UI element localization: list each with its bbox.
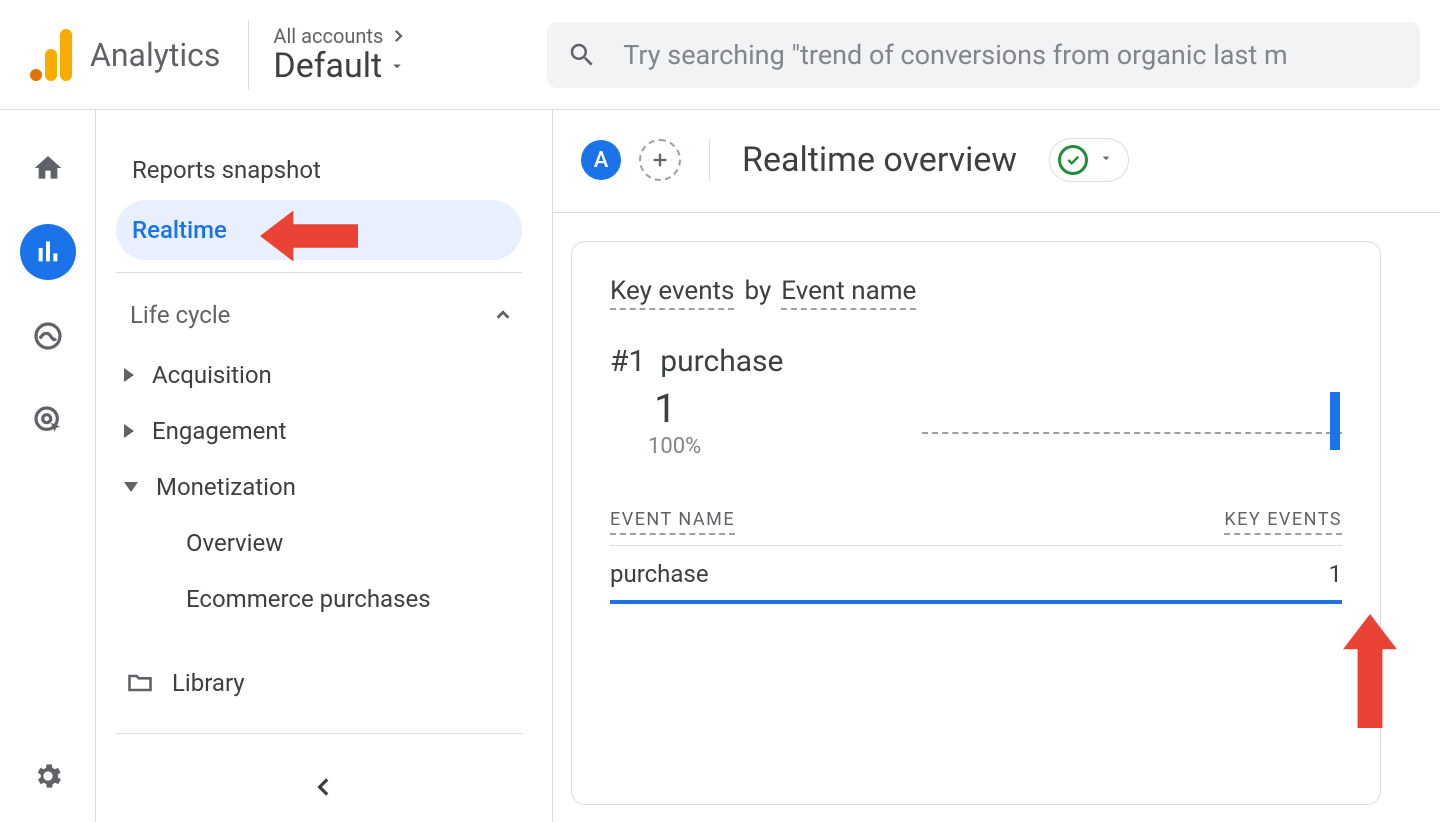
all-accounts-label: All accounts — [273, 24, 383, 48]
icon-rail — [0, 110, 96, 822]
explore-icon — [32, 320, 64, 352]
annotation-arrow-up — [1338, 614, 1402, 732]
metric-name: Key events — [610, 276, 734, 310]
col-event-name: EVENT NAME — [610, 509, 735, 535]
col-key-events: KEY EVENTS — [1224, 509, 1342, 535]
sparkline-baseline — [922, 432, 1342, 434]
search-icon — [567, 40, 597, 70]
collapse-icon — [124, 482, 138, 492]
nav-explore[interactable] — [20, 308, 76, 364]
table-row[interactable]: purchase 1 — [610, 546, 1342, 604]
dimension-name: Event name — [781, 276, 916, 310]
expand-icon — [124, 368, 134, 382]
plus-icon — [649, 149, 671, 171]
row-event-value: 1 — [1329, 560, 1343, 588]
page-title: Realtime overview — [742, 140, 1017, 180]
nav-monetization-ecommerce[interactable]: Ecommerce purchases — [116, 571, 522, 627]
top-event-label: #1 purchase — [610, 344, 1342, 379]
by-label: by — [744, 276, 771, 306]
gear-icon — [32, 760, 64, 792]
sparkline-bar — [1330, 392, 1340, 450]
collapse-nav-button[interactable] — [311, 774, 337, 804]
key-events-card: Key events by Event name #1 purchase 1 1… — [571, 241, 1381, 805]
account-picker[interactable]: All accounts Default — [273, 24, 407, 86]
analytics-logo-icon — [30, 29, 72, 81]
nav-label: Acquisition — [152, 361, 272, 389]
expand-icon — [124, 424, 134, 438]
chevron-right-icon — [389, 27, 407, 45]
nav-library[interactable]: Library — [116, 645, 522, 721]
nav-engagement[interactable]: Engagement — [116, 403, 522, 459]
nav-acquisition[interactable]: Acquisition — [116, 347, 522, 403]
section-life-cycle[interactable]: Life cycle — [116, 291, 522, 347]
nav-admin[interactable] — [20, 748, 76, 804]
top-event-percent: 100% — [648, 434, 1342, 459]
annotation-arrow-left — [260, 204, 358, 272]
folder-icon — [126, 669, 154, 697]
app-title: Analytics — [90, 36, 220, 74]
content-area: A Realtime overview Key events by Event … — [552, 110, 1440, 822]
caret-down-icon — [388, 57, 406, 75]
nav-home[interactable] — [20, 140, 76, 196]
divider — [248, 20, 249, 90]
row-event-name: purchase — [610, 560, 709, 588]
content-toolbar: A Realtime overview — [553, 138, 1440, 213]
nav-reports-snapshot[interactable]: Reports snapshot — [116, 140, 522, 200]
segment-chip-a[interactable]: A — [581, 140, 621, 180]
property-name: Default — [273, 46, 382, 86]
bar-chart-icon — [32, 236, 64, 268]
card-title[interactable]: Key events by Event name — [610, 276, 916, 310]
nav-monetization-overview[interactable]: Overview — [116, 515, 522, 571]
caret-down-icon — [1098, 150, 1114, 170]
divider — [116, 272, 522, 273]
check-circle-icon — [1058, 145, 1088, 175]
home-icon — [32, 152, 64, 184]
top-event-count: 1 — [654, 385, 1342, 432]
divider — [709, 139, 710, 181]
add-segment-button[interactable] — [639, 139, 681, 181]
table-header: EVENT NAME KEY EVENTS — [610, 509, 1342, 535]
app-header: Analytics All accounts Default Try searc… — [0, 0, 1440, 110]
search-placeholder: Try searching "trend of conversions from… — [623, 39, 1287, 71]
nav-advertising[interactable] — [20, 392, 76, 448]
target-click-icon — [32, 404, 64, 436]
chevron-left-icon — [311, 774, 337, 800]
nav-label: Monetization — [156, 473, 296, 501]
chevron-up-icon — [492, 304, 514, 326]
section-label: Life cycle — [130, 301, 230, 329]
status-dropdown[interactable] — [1049, 138, 1129, 182]
nav-monetization[interactable]: Monetization — [116, 459, 522, 515]
search-input[interactable]: Try searching "trend of conversions from… — [547, 22, 1420, 88]
nav-reports[interactable] — [20, 224, 76, 280]
nav-label: Engagement — [152, 417, 287, 445]
nav-label: Library — [172, 669, 245, 697]
divider — [116, 733, 522, 734]
